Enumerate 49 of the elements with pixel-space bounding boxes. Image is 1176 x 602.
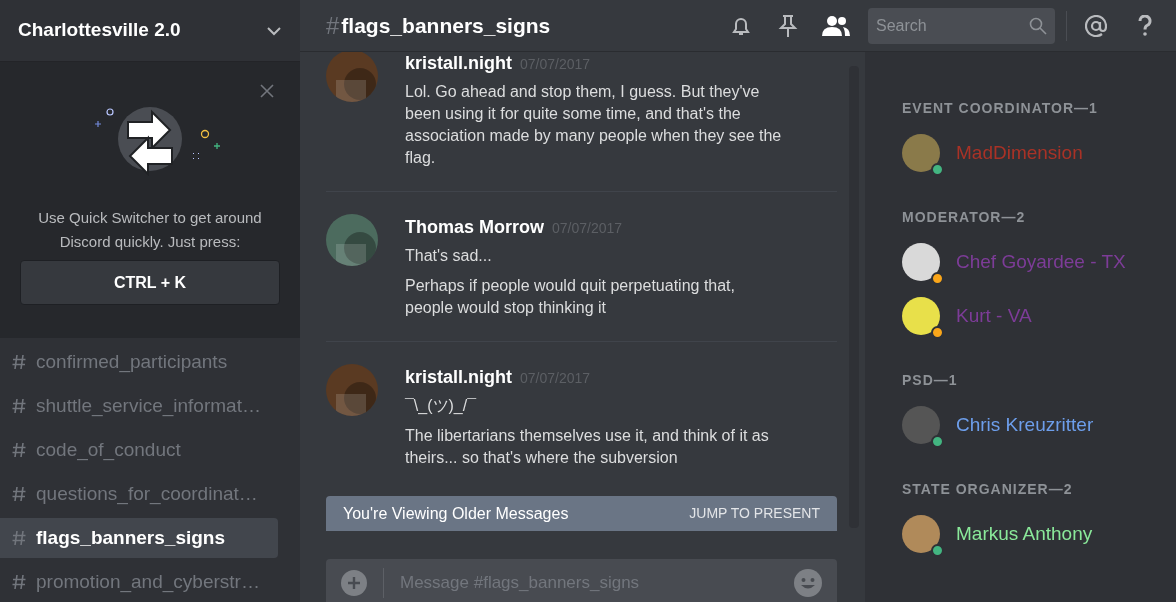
hash-icon bbox=[12, 574, 26, 590]
member-name[interactable]: Kurt - VA bbox=[956, 301, 1032, 331]
role-header: PSD—1 bbox=[902, 371, 959, 390]
member-name[interactable]: MadDimension bbox=[956, 138, 1083, 168]
jump-to-present-link[interactable]: JUMP TO PRESENT bbox=[689, 503, 820, 524]
shortcut-button[interactable]: CTRL + K bbox=[20, 260, 280, 305]
channel-item[interactable]: questions_for_coordinat… bbox=[0, 474, 278, 514]
channel-item[interactable]: confirmed_participants bbox=[0, 342, 278, 382]
avatar[interactable] bbox=[902, 406, 940, 444]
channel-hash: # bbox=[326, 10, 340, 41]
role-header: MODERATOR—2 bbox=[902, 208, 1027, 227]
search-field[interactable]: Search bbox=[868, 7, 1055, 44]
members-icon[interactable] bbox=[822, 14, 850, 37]
channel-title: flags_banners_signs bbox=[341, 12, 551, 39]
message-text: Perhaps if people would quit perpetuating that, people would stop thinking it bbox=[405, 276, 736, 318]
channel-item[interactable]: shuttle_service_informat… bbox=[0, 386, 278, 426]
hash-icon bbox=[12, 442, 26, 458]
message-text: The libertarians themselves use it, and think of it as theirs... so that's where the subversion bbox=[405, 426, 770, 468]
hash-icon bbox=[12, 530, 26, 546]
close-icon[interactable] bbox=[260, 84, 274, 98]
role-header: STATE ORGANIZER—2 bbox=[902, 480, 1074, 499]
hash-icon bbox=[12, 486, 26, 502]
author-name[interactable]: kristall.night bbox=[405, 52, 512, 77]
chevron-down-icon[interactable] bbox=[266, 25, 282, 36]
avatar[interactable] bbox=[902, 515, 940, 553]
role-header: EVENT COORDINATOR—1 bbox=[902, 99, 1099, 118]
search-icon bbox=[1029, 16, 1047, 35]
message-text: ¯\_(ツ)_/¯ bbox=[405, 396, 478, 416]
avatar[interactable] bbox=[902, 243, 940, 281]
message-text: Lol. Go ahead and stop them, I guess. But they've been using it for quite some time, and that's the association made by many people when they see the flag. bbox=[405, 82, 783, 168]
author-name[interactable]: kristall.night bbox=[405, 364, 512, 391]
mention-icon[interactable] bbox=[1085, 14, 1107, 37]
hash-icon bbox=[12, 398, 26, 414]
member-name[interactable]: Chris Kreuzritter bbox=[956, 410, 1094, 440]
channel-item[interactable]: flags_banners_signs bbox=[0, 518, 278, 558]
message-text: That's sad... bbox=[405, 246, 493, 266]
quick-switcher-hint: Use Quick Switcher to get around Discord quickly. Just press: bbox=[37, 208, 263, 252]
hash-icon bbox=[12, 354, 26, 370]
author-name[interactable]: Thomas Morrow bbox=[405, 214, 544, 241]
help-icon[interactable] bbox=[1137, 15, 1153, 37]
pin-icon[interactable] bbox=[778, 13, 798, 38]
member-name[interactable]: Chef Goyardee - TX bbox=[956, 247, 1126, 277]
older-messages-label: You're Viewing Older Messages bbox=[343, 503, 569, 524]
server-name[interactable]: Charlottesville 2.0 bbox=[18, 16, 181, 45]
member-name[interactable]: Markus Anthony bbox=[956, 519, 1093, 549]
channel-item[interactable]: promotion_and_cyberstr… bbox=[0, 562, 278, 602]
avatar[interactable] bbox=[902, 134, 940, 172]
channel-item[interactable]: code_of_conduct bbox=[0, 430, 278, 470]
avatar[interactable] bbox=[902, 297, 940, 335]
